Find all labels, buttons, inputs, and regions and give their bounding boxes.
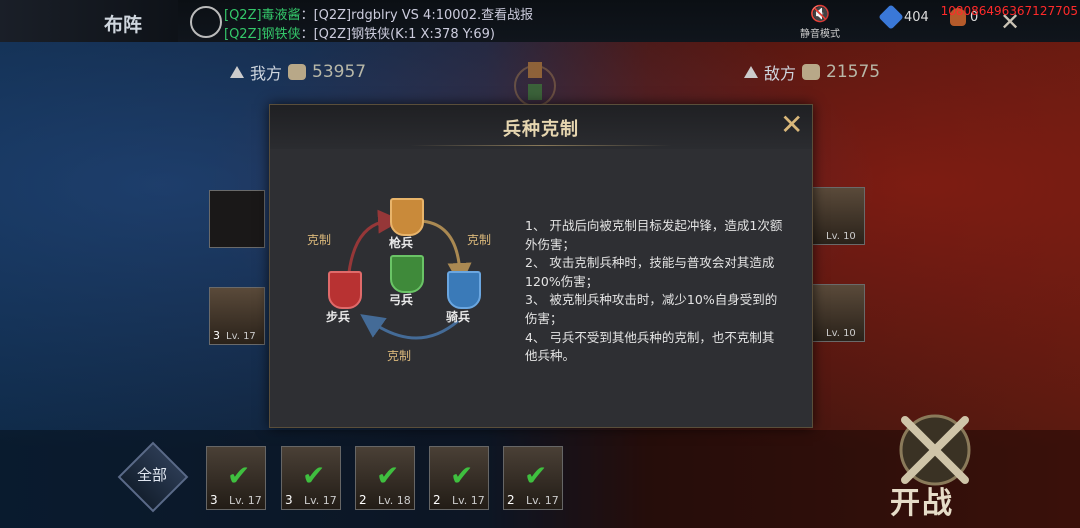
hero-level: Lv. 10 <box>826 231 856 242</box>
roster-hero-card[interactable]: ✔ 2 Lv. 18 <box>355 446 415 510</box>
hero-level: Lv. 18 <box>378 494 411 507</box>
roster-hero-card[interactable]: ✔ 2 Lv. 17 <box>429 446 489 510</box>
check-icon: ✔ <box>376 459 400 492</box>
start-battle-button[interactable]: 开战 <box>880 400 990 521</box>
hero-count: 2 <box>359 493 367 507</box>
infantry-unit-icon <box>328 271 362 309</box>
chat-sender: [Q2Z]钢铁侠 <box>224 27 301 42</box>
check-icon: ✔ <box>524 459 548 492</box>
rule-text: 2、 攻击克制兵种时，技能与普攻会对其造成120%伤害； <box>525 255 775 289</box>
gem-counter[interactable]: 404 <box>878 4 929 30</box>
counter-cycle-diagram: 枪兵 弓兵 骑兵 步兵 克制 克制 克制 <box>298 193 528 373</box>
my-power: 我方 53957 <box>230 60 366 84</box>
chat-message[interactable]: [Q2Z]毒液酱：[Q2Z]rdgblry VS 4:10002.查看战报 <box>224 4 533 23</box>
counter-label: 克制 <box>467 233 492 247</box>
enemy-power: 敌方 21575 <box>744 60 880 84</box>
archer-badge <box>390 255 424 293</box>
chat-text: ：[Q2Z]钢铁侠(K:1 X:378 Y:69) <box>300 27 495 42</box>
army-icon <box>744 66 758 78</box>
troop-counter-dialog: 兵种克制 ✕ 枪兵 弓兵 骑兵 步兵 克制 克制 克制 1、 开战后向被克制目标… <box>269 104 813 428</box>
hero-count: 2 <box>507 493 515 507</box>
check-icon: ✔ <box>302 459 326 492</box>
crossed-swords-icon <box>899 414 971 486</box>
hero-card[interactable]: 3 Lv. 17 <box>209 287 265 345</box>
hero-count: 2 <box>433 493 441 507</box>
hero-count: 3 <box>213 329 220 342</box>
hero-level: Lv. 17 <box>229 494 262 507</box>
counter-rules: 1、 开战后向被克制目标发起冲锋，造成1次额外伤害； 2、 攻击克制兵种时，技能… <box>525 217 785 366</box>
page-title: 布阵 <box>104 14 143 36</box>
army-icon <box>230 66 244 78</box>
spear-label: 枪兵 <box>389 236 414 250</box>
cavalry-badge <box>447 271 481 309</box>
gem-count: 404 <box>904 9 929 25</box>
chat-icon[interactable] <box>190 6 222 38</box>
roster-hero-card[interactable]: ✔ 3 Lv. 17 <box>206 446 266 510</box>
check-icon: ✔ <box>227 459 251 492</box>
rule-text: 1、 开战后向被克制目标发起冲锋，造成1次额外伤害； <box>525 218 783 252</box>
archer-unit-icon <box>390 255 424 293</box>
hero-level: Lv. 17 <box>452 494 485 507</box>
enemy-side-label: 敌方 <box>764 64 797 83</box>
power-icon <box>288 64 307 80</box>
user-id: 108086496367127705 <box>940 4 1078 18</box>
cavalry-label: 骑兵 <box>446 310 471 324</box>
cavalry-unit-icon <box>447 271 481 309</box>
my-power-value: 53957 <box>312 62 367 82</box>
enemy-hero-card[interactable]: Lv. 10 <box>809 187 865 245</box>
filter-all-button[interactable]: 全部 <box>117 441 189 513</box>
chat-sender: [Q2Z]毒液酱 <box>224 8 301 23</box>
enemy-hero-card[interactable]: Lv. 10 <box>809 284 865 342</box>
title-divider <box>410 145 672 146</box>
filter-all-label: 全部 <box>136 466 167 484</box>
mute-toggle[interactable]: 🔇 静音模式 <box>800 4 840 40</box>
title-area: 布阵 <box>0 0 178 42</box>
dialog-title: 兵种克制 <box>503 119 579 140</box>
gem-icon <box>878 4 904 30</box>
roster-hero-card[interactable]: ✔ 2 Lv. 17 <box>503 446 563 510</box>
empty-hero-slot[interactable] <box>209 190 265 248</box>
spear-badge <box>390 198 424 236</box>
check-icon: ✔ <box>450 459 474 492</box>
hero-count: 3 <box>285 493 293 507</box>
start-battle-label: 开战 <box>890 486 954 521</box>
mute-label: 静音模式 <box>800 29 840 40</box>
power-icon <box>802 64 821 80</box>
chat-message[interactable]: [Q2Z]钢铁侠：[Q2Z]钢铁侠(K:1 X:378 Y:69) <box>224 23 495 42</box>
infantry-label: 步兵 <box>326 310 351 324</box>
hero-level: Lv. 17 <box>226 331 256 342</box>
roster-hero-card[interactable]: ✔ 3 Lv. 17 <box>281 446 341 510</box>
speaker-mute-icon: 🔇 <box>810 4 830 23</box>
chat-text: ：[Q2Z]rdgblry VS 4:10002.查看战报 <box>300 8 534 23</box>
hero-level: Lv. 17 <box>304 494 337 507</box>
rule-text: 4、 弓兵不受到其他兵种的克制，也不克制其他兵种。 <box>525 329 775 364</box>
infantry-badge <box>328 271 362 309</box>
close-dialog-button[interactable]: ✕ <box>780 111 803 139</box>
spear-unit-icon <box>390 198 424 236</box>
top-bar: 布阵 [Q2Z]毒液酱：[Q2Z]rdgblry VS 4:10002.查看战报… <box>0 0 1080 42</box>
hero-count: 3 <box>210 493 218 507</box>
hero-level: Lv. 10 <box>826 328 856 339</box>
hero-level: Lv. 17 <box>526 494 559 507</box>
counter-label: 克制 <box>387 349 412 363</box>
counter-label: 克制 <box>307 233 332 247</box>
rule-text: 3、 被克制兵种攻击时，减少10%自身受到的伤害； <box>525 292 778 326</box>
archer-label: 弓兵 <box>389 293 414 307</box>
my-side-label: 我方 <box>250 64 283 83</box>
enemy-power-value: 21575 <box>826 62 881 82</box>
